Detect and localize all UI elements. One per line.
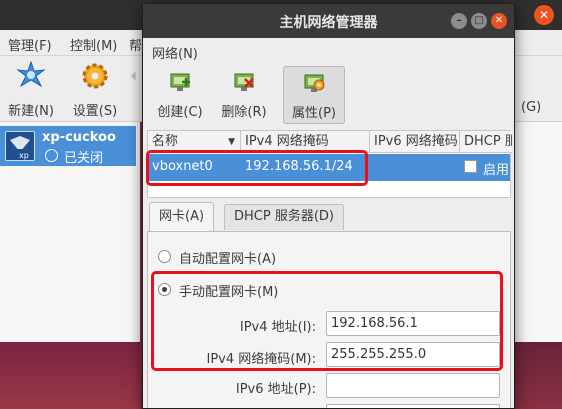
sort-down-icon: ▼ (228, 137, 235, 147)
power-off-icon (45, 149, 58, 162)
minimize-button[interactable]: – (451, 13, 467, 29)
ipv6-address-input[interactable] (326, 373, 500, 398)
row-dhcp: 启用 (483, 163, 510, 178)
properties-label: 属性(P) (292, 106, 336, 121)
col-name-label: 名称 (152, 134, 179, 149)
new-vm-label: 新建(N) (8, 104, 54, 119)
network-properties-icon (304, 74, 325, 92)
vm-name: xp-cuckoo (42, 130, 116, 145)
properties-button[interactable]: 属性(P) (283, 66, 345, 124)
ipv6-prefix-input-partial[interactable] (326, 404, 500, 408)
row-ipv4: 192.168.56.1/24 (245, 159, 353, 174)
tools-label-partial: (G) (521, 100, 542, 115)
desktop-wallpaper-right (515, 342, 562, 409)
xp-logo-icon: xp (10, 136, 32, 160)
svg-text:xp: xp (19, 151, 29, 160)
col-name-header[interactable]: 名称 ▼ (148, 131, 241, 153)
new-vm-button[interactable]: 新建(N) (2, 56, 60, 122)
remove-network-button[interactable]: 删除(R) (215, 66, 273, 124)
settings-button[interactable]: 设置(S) (66, 56, 124, 122)
maximize-button[interactable]: □ (471, 13, 487, 29)
auto-config-label: 自动配置网卡(A) (179, 252, 277, 267)
network-table: 名称 ▼ IPv4 网络掩码 IPv6 网络掩码 DHCP 服 vboxnet0… (147, 130, 512, 198)
create-label: 创建(C) (157, 105, 203, 120)
ipv4-address-input[interactable] (326, 311, 500, 336)
ipv4-address-label: IPv4 地址(I): (239, 320, 316, 335)
menu-manage[interactable]: 管理(F) (8, 35, 52, 54)
dialog-menubar: 网络(N) (143, 38, 514, 64)
desktop-wallpaper-left (0, 342, 140, 409)
network-add-icon (170, 73, 190, 91)
tab-dhcp-server[interactable]: DHCP 服务器(D) (224, 204, 344, 230)
table-row[interactable]: vboxnet0 192.168.56.1/24 启用 (148, 154, 510, 181)
host-network-manager-dialog: 主机网络管理器 – □ ✕ 网络(N) 创建(C) 删除(R) 属性(P) 名称… (142, 3, 515, 409)
create-network-button[interactable]: 创建(C) (149, 66, 211, 124)
col-dhcp-header[interactable]: DHCP 服 (460, 131, 512, 153)
dhcp-checkbox[interactable] (464, 160, 477, 173)
tab-bar: 网卡(A) DHCP 服务器(D) (147, 202, 511, 232)
row-name: vboxnet0 (152, 159, 213, 174)
vm-list: xp xp-cuckoo 已关闭 (0, 122, 140, 342)
network-remove-icon (234, 73, 254, 91)
settings-label: 设置(S) (72, 104, 118, 119)
remove-label: 删除(R) (221, 105, 267, 120)
adapter-panel: 自动配置网卡(A) 手动配置网卡(M) IPv4 地址(I): IPv4 网络掩… (147, 231, 511, 408)
manual-config-radio[interactable] (158, 283, 171, 296)
menu-help[interactable]: 帮 (129, 35, 142, 54)
tools-button-partial[interactable]: (G) (515, 56, 562, 122)
ipv6-address-label: IPv6 地址(P): (235, 382, 316, 397)
ipv4-mask-label: IPv4 网络掩码(M): (206, 352, 316, 367)
manual-config-label: 手动配置网卡(M) (179, 285, 279, 300)
menu-control[interactable]: 控制(M) (70, 35, 117, 54)
dialog-titlebar: 主机网络管理器 – □ ✕ (143, 4, 514, 38)
gear-icon (82, 63, 108, 89)
main-details-panel (515, 122, 562, 342)
col-ipv4-header[interactable]: IPv4 网络掩码 (241, 131, 370, 153)
discard-button-partial[interactable] (126, 56, 140, 122)
new-star-icon (16, 61, 46, 88)
auto-config-radio[interactable] (158, 250, 171, 263)
vm-list-item[interactable]: xp xp-cuckoo 已关闭 (0, 126, 136, 166)
close-button[interactable]: ✕ (491, 13, 507, 29)
vm-state: 已关闭 (64, 151, 104, 166)
tab-adapter[interactable]: 网卡(A) (149, 202, 215, 232)
dialog-toolbar: 创建(C) 删除(R) 属性(P) (143, 64, 514, 126)
col-ipv6-header[interactable]: IPv6 网络掩码 (370, 131, 460, 153)
ipv4-mask-input[interactable] (326, 342, 500, 367)
main-close-button[interactable]: ✕ (534, 5, 554, 25)
windows-xp-icon: xp (5, 131, 35, 161)
menu-network[interactable]: 网络(N) (152, 43, 198, 62)
